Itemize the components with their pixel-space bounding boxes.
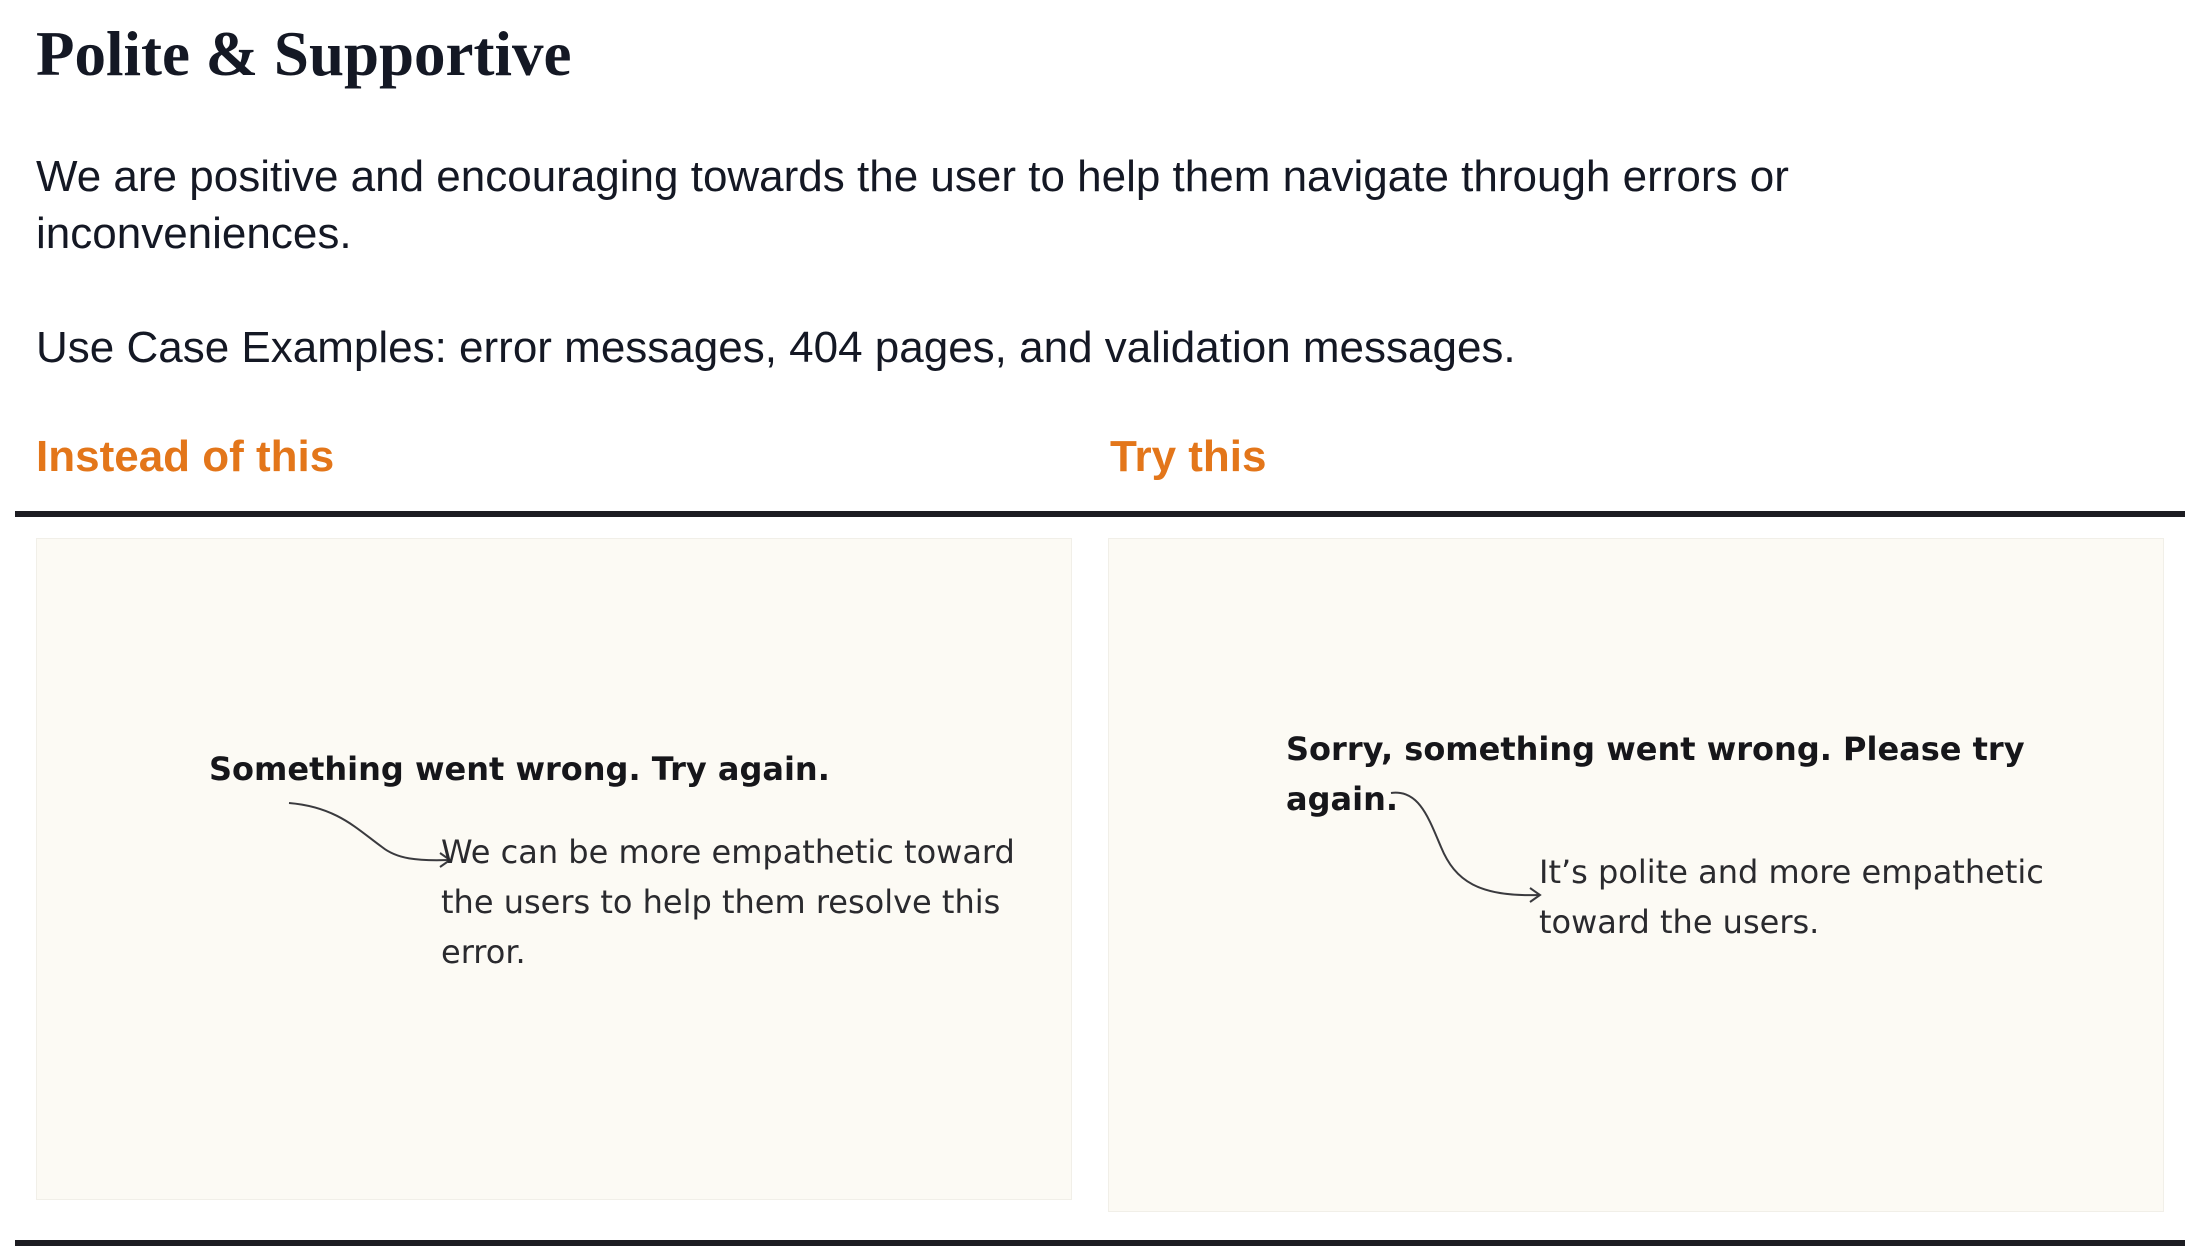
- footer-divider: [15, 1240, 2185, 1246]
- example-panel-instead: Something went wrong. Try again. We can …: [36, 538, 1072, 1200]
- curved-arrow-icon: [1390, 791, 1542, 903]
- column-heading-instead: Instead of this: [36, 432, 335, 481]
- example-note-good: It’s polite and more empathetic toward t…: [1539, 853, 2044, 941]
- intro-description: We are positive and encouraging towards …: [36, 152, 1789, 258]
- header-divider: [15, 511, 2185, 517]
- curved-arrow-icon: [288, 802, 452, 868]
- example-panel-try: Sorry, something went wrong. Please try …: [1108, 538, 2164, 1212]
- page-title: Polite & Supportive: [36, 19, 572, 89]
- column-heading-try: Try this: [1110, 432, 1267, 481]
- example-note-bad: We can be more empathetic toward the use…: [441, 833, 1015, 971]
- example-message-bad: Something went wrong. Try again.: [209, 750, 830, 788]
- use-case-examples: Use Case Examples: error messages, 404 p…: [36, 323, 1516, 372]
